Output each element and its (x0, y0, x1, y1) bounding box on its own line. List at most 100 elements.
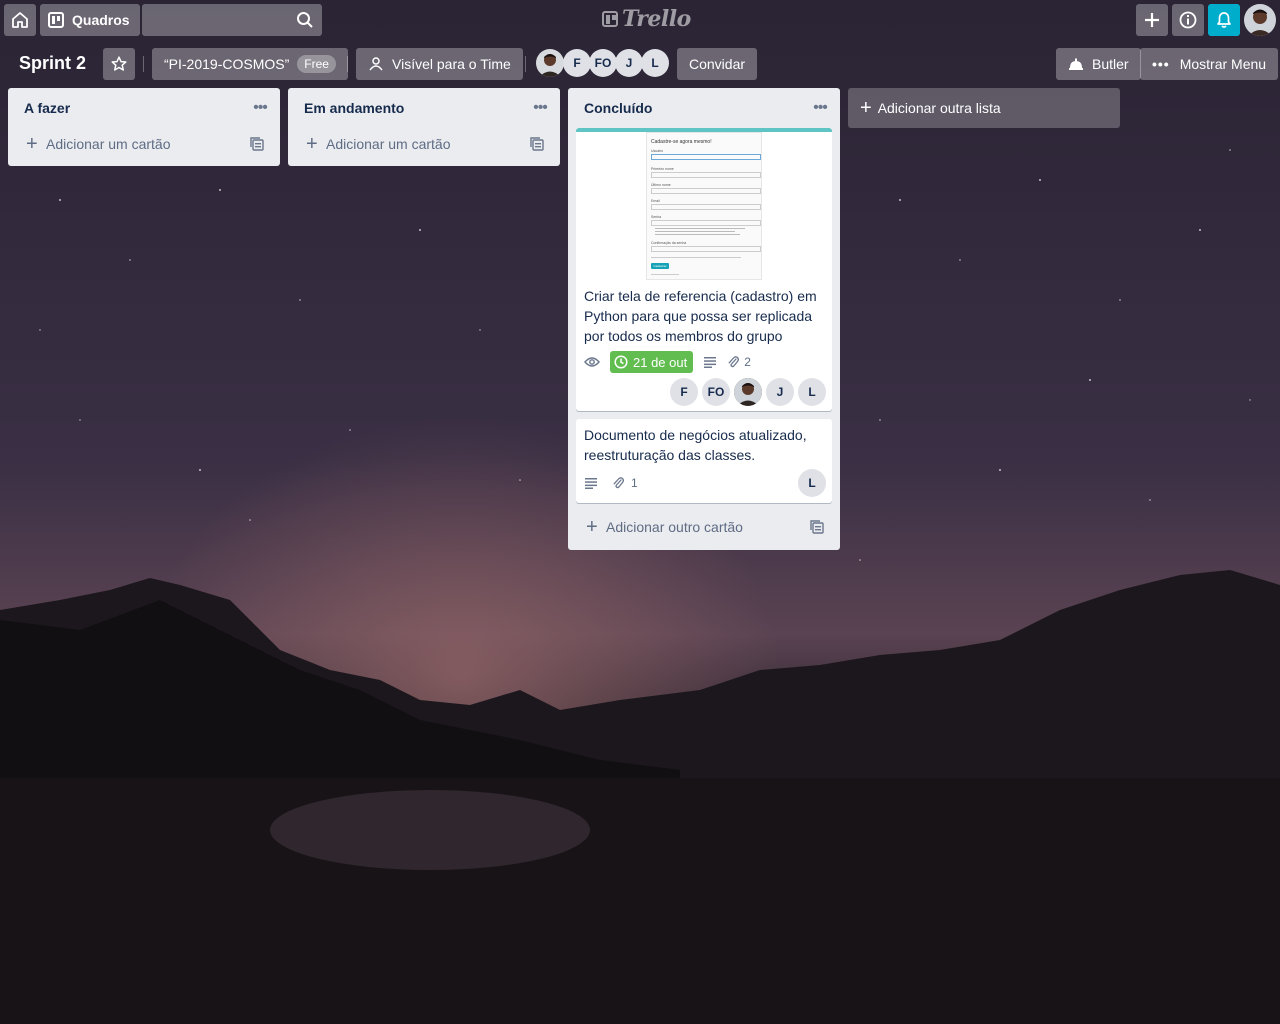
card-member-avatar-photo[interactable] (734, 378, 762, 406)
list-title[interactable]: A fazer (24, 100, 70, 116)
member-initials: L (808, 476, 816, 490)
card-member-avatar[interactable]: L (798, 469, 826, 497)
preview-field-label: Usuário (651, 149, 664, 153)
member-avatar-photo[interactable] (536, 49, 564, 77)
member-initials: FO (707, 385, 725, 399)
plus-icon: + (860, 97, 872, 119)
card-member-avatar[interactable]: L (798, 378, 826, 406)
card-template-icon[interactable] (250, 137, 264, 151)
trello-logo[interactable]: Trello (602, 6, 691, 32)
preview-line (655, 228, 745, 229)
form-screenshot: Cadastre-se agora mesmo! Usuário Primeir… (646, 132, 762, 280)
show-menu-button[interactable]: ••• Mostrar Menu (1140, 48, 1279, 80)
list-title[interactable]: Concluído (584, 100, 652, 116)
home-icon (12, 12, 28, 28)
add-card-label: Adicionar um cartão (46, 136, 171, 152)
list-menu-icon[interactable]: ••• (808, 96, 832, 120)
card-member-avatar[interactable]: J (766, 378, 794, 406)
card-badges: 1 L (576, 465, 832, 497)
card[interactable]: Documento de negócios atualizado, reestr… (576, 419, 832, 503)
preview-input (651, 172, 761, 178)
add-card-label: Adicionar outro cartão (606, 519, 743, 535)
card-title: Documento de negócios atualizado, reestr… (584, 427, 807, 463)
member-avatar[interactable]: J (615, 49, 643, 77)
butler-label: Butler (1092, 56, 1129, 72)
plus-icon (1145, 13, 1159, 27)
preview-line (655, 231, 735, 232)
list-menu-icon[interactable]: ••• (248, 96, 272, 120)
visibility-button[interactable]: Visível para o Time (356, 48, 523, 80)
user-avatar[interactable] (1244, 4, 1276, 36)
member-initials: J (625, 56, 633, 70)
add-list-button[interactable]: + Adicionar outra lista (848, 88, 1120, 128)
boards-icon (48, 12, 64, 28)
preview-input (651, 188, 761, 194)
info-button[interactable] (1172, 4, 1204, 36)
star-icon (111, 56, 127, 71)
create-button[interactable] (1136, 4, 1168, 36)
home-button[interactable] (4, 4, 36, 36)
preview-heading: Cadastre-se agora mesmo! (651, 139, 712, 145)
search-input[interactable] (142, 4, 322, 36)
preview-field-label: Primeiro nome (651, 167, 674, 171)
visibility-label: Visível para o Time (392, 56, 511, 72)
trello-logo-icon (602, 11, 618, 27)
plus-icon: + (586, 516, 598, 538)
plan-badge: Free (297, 55, 336, 73)
avatar-photo (734, 378, 762, 406)
card[interactable]: Cadastre-se agora mesmo! Usuário Primeir… (576, 128, 832, 411)
clock-icon (614, 355, 628, 369)
list-title[interactable]: Em andamento (304, 100, 404, 116)
invite-button[interactable]: Convidar (677, 48, 758, 80)
preview-line (651, 257, 741, 258)
description-icon (704, 357, 717, 368)
due-date-label: 21 de out (633, 354, 688, 370)
preview-submit: Cadastrar (651, 263, 669, 269)
invite-label: Convidar (689, 56, 746, 72)
member-initials: FO (594, 56, 612, 70)
member-avatar[interactable]: FO (589, 49, 617, 77)
list-menu-icon[interactable]: ••• (528, 96, 552, 120)
attachment-count: 1 (631, 476, 638, 490)
description-icon (585, 478, 597, 489)
card-cover-image: Cadastre-se agora mesmo! Usuário Primeir… (576, 128, 832, 280)
boards-button[interactable]: Quadros (40, 4, 140, 36)
preview-field-label: Email (651, 199, 660, 203)
preview-input (651, 204, 761, 210)
search-icon (297, 12, 313, 28)
butler-bell-icon (1069, 58, 1083, 70)
attachment-count: 2 (744, 355, 751, 369)
add-list-label: Adicionar outra lista (877, 100, 1001, 116)
butler-button[interactable]: Butler (1056, 48, 1141, 80)
preview-field-label: Confirmação da senha (651, 241, 687, 245)
plus-icon: + (306, 133, 318, 155)
team-button[interactable]: “PI-2019-COSMOS” Free (152, 48, 348, 80)
avatar-photo (1244, 4, 1276, 36)
member-avatar[interactable]: F (563, 49, 591, 77)
star-button[interactable] (103, 48, 135, 80)
member-initials: F (573, 56, 581, 70)
list-header: Concluído ••• (568, 88, 840, 128)
add-card-button[interactable]: + Adicionar outro cartão (568, 511, 840, 547)
card-member-avatar[interactable]: FO (702, 378, 730, 406)
preview-input (651, 220, 761, 226)
show-menu-label: Mostrar Menu (1179, 56, 1267, 72)
member-avatar[interactable]: L (641, 49, 669, 77)
add-card-button[interactable]: + Adicionar um cartão (288, 128, 560, 164)
board-title[interactable]: Sprint 2 (19, 53, 86, 74)
list-header: Em andamento ••• (288, 88, 560, 128)
notifications-button[interactable] (1208, 4, 1240, 36)
card-member-avatar[interactable]: F (670, 378, 698, 406)
due-date-badge[interactable]: 21 de out (610, 351, 694, 373)
divider (525, 56, 526, 72)
preview-input (651, 154, 761, 160)
board-header: Sprint 2 “PI-2019-COSMOS” Free Visível p… (0, 40, 1280, 88)
team-visibility-icon (369, 57, 383, 71)
member-initials: L (808, 385, 816, 399)
preview-field-label: Senha (651, 215, 662, 219)
card-template-icon[interactable] (530, 137, 544, 151)
list-header: A fazer ••• (8, 88, 280, 128)
add-card-button[interactable]: + Adicionar um cartão (8, 128, 280, 164)
avatar-photo (536, 49, 564, 77)
card-template-icon[interactable] (810, 520, 824, 534)
